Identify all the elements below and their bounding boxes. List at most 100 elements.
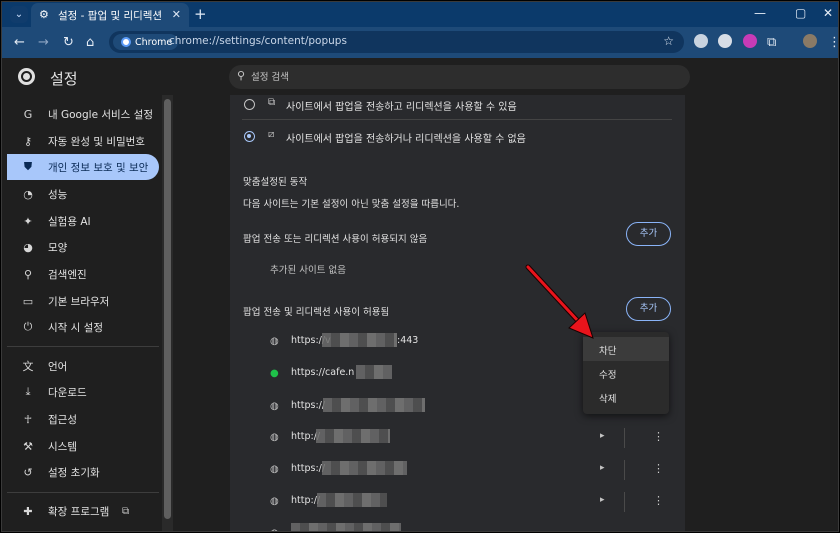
sidebar-item-appearance[interactable]: ◕ 모양 <box>7 234 159 260</box>
menu-item-edit[interactable]: 수정 <box>583 361 669 385</box>
puzzle-icon: ✚ <box>23 504 33 518</box>
site-row[interactable]: ◍ https:// ▸ ⋮ <box>230 454 685 486</box>
sidebar-divider <box>7 492 159 493</box>
redacted-url-area <box>316 429 390 443</box>
menu-item-delete[interactable]: 삭제 <box>583 385 669 409</box>
minimize-button[interactable]: — <box>754 6 766 20</box>
more-actions-icon[interactable]: ⋮ <box>653 462 664 475</box>
sidebar-item-extensions[interactable]: ✚ 확장 프로그램 ⧉ <box>7 498 159 524</box>
popup-open-icon: ⧉ <box>268 97 276 108</box>
search-icon: ⚲ <box>23 267 33 281</box>
globe-icon: ◍ <box>270 432 279 443</box>
sidebar-item-label: 자동 완성 및 비밀번호 <box>48 135 145 148</box>
home-icon[interactable]: ⌂ <box>86 35 94 50</box>
redacted-url-area <box>317 493 387 507</box>
menu-item-block[interactable]: 차단 <box>583 337 669 361</box>
menu-item-label: 삭제 <box>599 394 617 405</box>
chevron-right-icon[interactable]: ▸ <box>600 495 605 505</box>
chrome-menu-icon[interactable]: ⋮ <box>828 35 838 50</box>
sidebar-item-languages[interactable]: 文 언어 <box>7 353 159 379</box>
sidebar-item-experimental-ai[interactable]: ✦ 실험용 AI <box>7 208 159 234</box>
sidebar-item-default-browser[interactable]: ▭ 기본 브라우저 <box>7 288 159 314</box>
bookmark-star-icon[interactable]: ☆ <box>663 34 674 48</box>
sidebar-item-google-services[interactable]: G 내 Google 서비스 설정 <box>7 101 159 127</box>
sidebar-item-on-startup[interactable]: ⏻ 시작 시 설정 <box>7 314 159 340</box>
add-blocked-site-button[interactable]: 추가 <box>626 222 671 246</box>
reload-icon[interactable]: ↻ <box>63 35 74 50</box>
profile-avatar[interactable] <box>803 34 817 48</box>
power-icon: ⏻ <box>23 320 33 333</box>
sidebar-item-accessibility[interactable]: ☥ 접근성 <box>7 406 159 432</box>
sidebar-item-search-engine[interactable]: ⚲ 검색엔진 <box>7 261 159 287</box>
site-row[interactable]: ◍ <box>230 518 685 531</box>
extension-ghost-icon[interactable] <box>718 34 732 48</box>
redacted-url-area <box>356 365 392 379</box>
tab-search-button[interactable]: ⌄ <box>10 6 28 23</box>
address-bar[interactable]: Chrome chrome://settings/content/popups … <box>109 31 684 53</box>
tab-title: 설정 - 팝업 및 리디렉션 <box>58 9 163 22</box>
palette-icon: ◕ <box>23 240 33 254</box>
site-row[interactable]: ◍ http:// ▸ ⋮ <box>230 486 685 518</box>
chevron-right-icon[interactable]: ▸ <box>600 463 605 473</box>
external-link-icon: ⧉ <box>122 505 130 517</box>
sidebar-item-downloads[interactable]: ⤓ 다운로드 <box>7 379 159 405</box>
back-arrow-icon[interactable]: ← <box>14 35 25 50</box>
settings-search[interactable]: ⚲ <box>229 65 690 89</box>
site-url: https://cafe.n <box>291 367 355 378</box>
divider <box>624 460 625 480</box>
extensions-puzzle-icon[interactable]: ⧉ <box>767 35 776 50</box>
redacted-url-area <box>291 523 401 531</box>
sidebar-item-performance[interactable]: ◔ 성능 <box>7 181 159 207</box>
more-actions-icon[interactable]: ⋮ <box>653 430 664 443</box>
settings-header: 설정 ⚲ <box>2 58 838 95</box>
globe-icon: ◍ <box>270 464 279 475</box>
extension-globe-icon[interactable] <box>694 34 708 48</box>
more-actions-icon[interactable]: ⋮ <box>653 494 664 507</box>
no-sites-added-text: 추가된 사이트 없음 <box>270 265 346 276</box>
url-text[interactable]: chrome://settings/content/popups <box>169 35 347 47</box>
key-icon: ⚷ <box>23 134 33 148</box>
chrome-icon <box>121 37 131 47</box>
custom-behavior-heading: 맞춤설정된 동작 <box>243 177 308 188</box>
extension-pink-icon[interactable] <box>743 34 757 48</box>
sidebar-scrollbar[interactable] <box>162 95 173 531</box>
sidebar-item-label: 접근성 <box>48 413 77 426</box>
site-row[interactable]: ◍ http:// ▸ ⋮ <box>230 422 685 454</box>
sidebar-item-privacy[interactable]: ⛊ 개인 정보 보호 및 보안 <box>7 154 159 180</box>
close-window-button[interactable]: ✕ <box>823 6 833 20</box>
maximize-button[interactable]: ▢ <box>795 6 806 20</box>
sparkle-icon: ✦ <box>23 214 33 228</box>
sidebar-item-label: 성능 <box>48 188 68 201</box>
sidebar-item-label: 언어 <box>48 360 68 373</box>
sidebar-item-reset[interactable]: ↺ 설정 초기화 <box>7 459 159 485</box>
sidebar-item-autofill[interactable]: ⚷ 자동 완성 및 비밀번호 <box>7 128 159 154</box>
search-icon: ⚲ <box>237 69 246 82</box>
sidebar-item-label: 설정 초기화 <box>48 466 100 479</box>
site-url: https:// <box>291 400 326 411</box>
scrollbar-thumb[interactable] <box>164 99 171 519</box>
new-tab-button[interactable]: + <box>194 5 207 23</box>
globe-icon: ◍ <box>270 401 279 412</box>
sidebar-item-label: 기본 브라우저 <box>48 295 110 308</box>
sidebar-item-system[interactable]: ⚒ 시스템 <box>7 433 159 459</box>
site-favicon-icon: ● <box>270 368 279 379</box>
chevron-right-icon[interactable]: ▸ <box>600 431 605 441</box>
search-input[interactable] <box>251 69 671 85</box>
forward-arrow-icon[interactable]: → <box>38 35 49 50</box>
sidebar-item-label: 내 Google 서비스 설정 <box>48 108 153 121</box>
sidebar-item-label: 개인 정보 보호 및 보안 <box>48 161 149 174</box>
add-allowed-site-button[interactable]: 추가 <box>626 297 671 321</box>
sidebar-item-label: 시스템 <box>48 440 77 453</box>
redacted-url-area <box>322 461 407 475</box>
browser-icon: ▭ <box>22 294 34 308</box>
translate-icon: 文 <box>22 360 34 373</box>
sidebar-item-label: 모양 <box>48 241 68 254</box>
close-tab-icon[interactable]: ✕ <box>172 8 181 21</box>
chrome-logo-icon <box>18 68 35 85</box>
shield-icon: ⛊ <box>23 160 33 173</box>
blocked-sites-heading: 팝업 전송 또는 리디렉션 사용이 허용되지 않음 <box>243 234 428 245</box>
tab-settings[interactable]: ⚙ 설정 - 팝업 및 리디렉션 ✕ <box>31 3 189 27</box>
option-allow-label: 사이트에서 팝업을 전송하고 리디렉션을 사용할 수 있음 <box>286 102 517 113</box>
radio-block-popups[interactable] <box>244 131 255 142</box>
radio-allow-popups[interactable] <box>244 99 255 110</box>
